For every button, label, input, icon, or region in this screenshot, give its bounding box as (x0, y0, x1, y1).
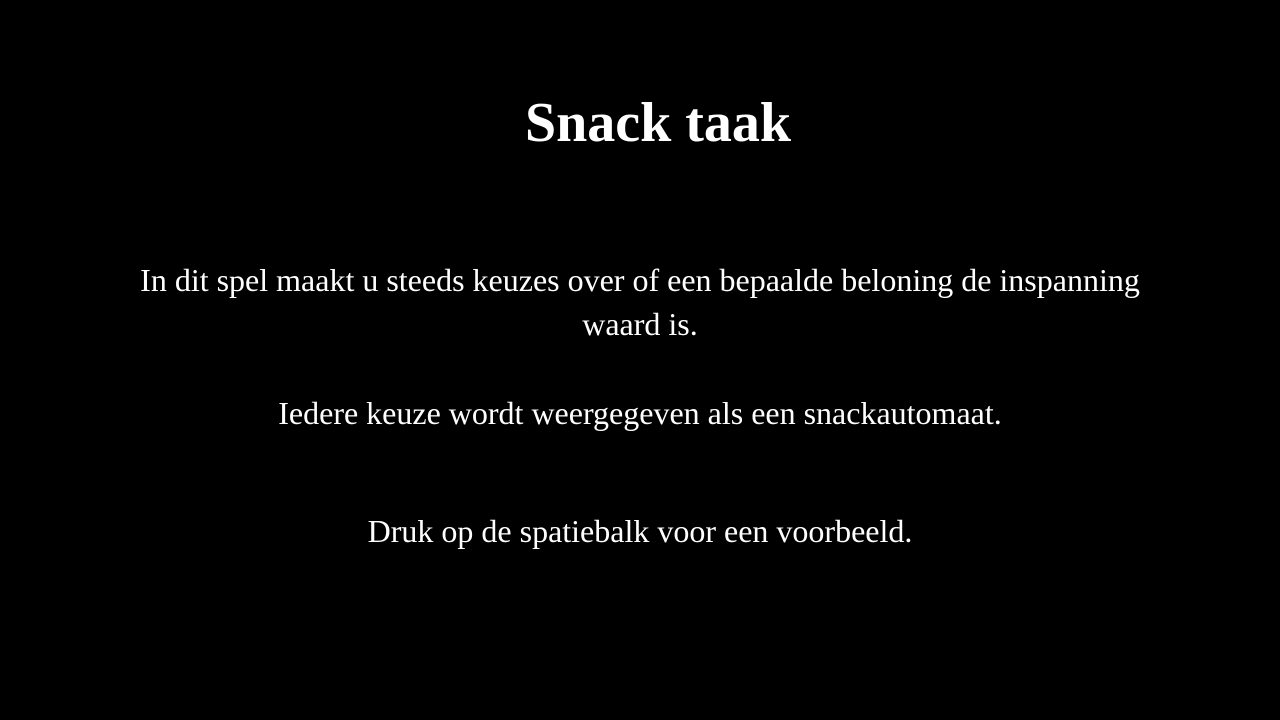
instruction-text-intro: In dit spel maakt u steeds keuzes over o… (140, 262, 1140, 342)
instruction-text-continue-prompt: Druk op de spatiebalk voor een voorbeeld… (367, 513, 913, 549)
instruction-text-choice: Iedere keuze wordt weergegeven als een s… (278, 395, 1002, 431)
instruction-screen: Snack taak In dit spel maakt u steeds ke… (0, 0, 1280, 720)
page-title: Snack taak (524, 92, 792, 154)
